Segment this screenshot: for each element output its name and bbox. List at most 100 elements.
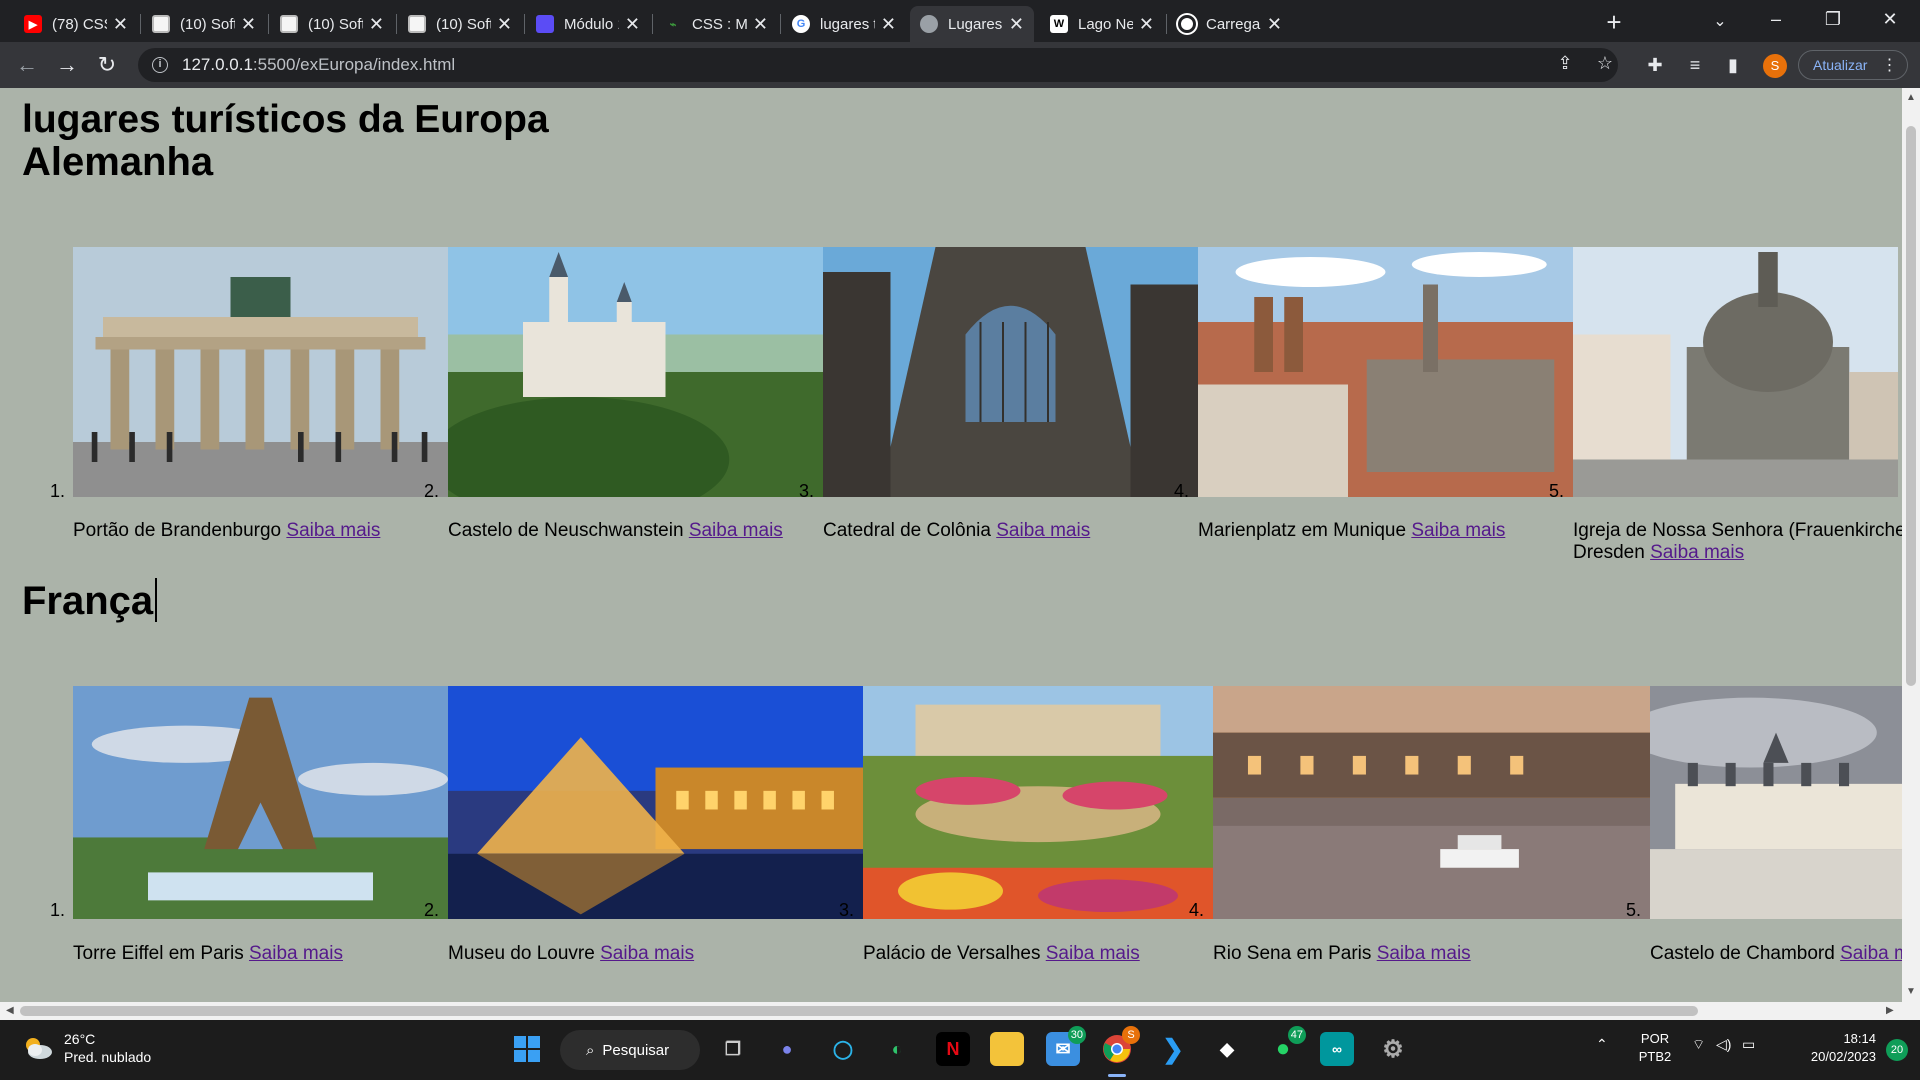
arduino-icon[interactable]: ∞	[1320, 1032, 1354, 1066]
close-tab-icon[interactable]: ✕	[1267, 14, 1282, 35]
weather-widget[interactable]: 26°C Pred. nublado	[22, 1030, 151, 1066]
notification-badge[interactable]: 20	[1886, 1039, 1908, 1061]
cortana-icon[interactable]: ◯	[826, 1032, 860, 1066]
tab-search-chevron-icon[interactable]: ⌄	[1706, 8, 1734, 36]
close-tab-icon[interactable]: ✕	[753, 14, 768, 35]
share-icon[interactable]: ⇪	[1552, 50, 1578, 76]
attraction-name: Castelo de Neuschwanstein	[448, 520, 684, 541]
eiffel-tower-photo	[73, 686, 448, 919]
close-window-button[interactable]: ✕	[1863, 0, 1917, 38]
saiba-mais-link[interactable]: Saiba mais	[689, 520, 783, 541]
saiba-mais-link[interactable]: Saiba mais	[1411, 520, 1505, 541]
chrome-profile-badge: S	[1122, 1026, 1140, 1044]
attraction-caption: Torre Eiffel em Paris Saiba mais	[73, 943, 343, 965]
bookmark-star-icon[interactable]: ☆	[1592, 50, 1618, 76]
tab-separator	[140, 14, 141, 34]
browser-tab[interactable]: (10) Softex ✕	[398, 6, 522, 42]
taskbar-search[interactable]: ⌕ Pesquisar	[560, 1030, 700, 1070]
battery-icon[interactable]: ▭	[1742, 1036, 1755, 1053]
tab-title: (78) CSS Fle	[52, 15, 107, 33]
browser-tab[interactable]: (10) Softex ✕	[270, 6, 394, 42]
saiba-mais-link[interactable]: Saiba mais	[1377, 943, 1471, 964]
attraction-caption: Castelo de Chambord Saiba mais	[1650, 943, 1902, 965]
seine-river-photo	[1213, 686, 1650, 919]
scroll-up-icon[interactable]: ▲	[1905, 92, 1917, 103]
whatsapp-icon[interactable]: ● 47	[1266, 1026, 1306, 1066]
country-name: Alemanha	[22, 140, 214, 184]
volume-icon[interactable]: ◁)	[1716, 1036, 1731, 1053]
attraction-caption: Marienplatz em Munique Saiba mais	[1198, 520, 1505, 542]
saiba-mais-link[interactable]: Saiba mais	[600, 943, 694, 964]
browser-tab[interactable]: ▶ (78) CSS Fle ✕	[14, 6, 138, 42]
back-arrow-icon[interactable]: ←	[12, 50, 42, 80]
vscode-icon[interactable]: ❯	[1156, 1032, 1190, 1066]
tray-chevron-up-icon[interactable]: ⌃	[1596, 1036, 1608, 1053]
horizontal-scrollbar[interactable]: ◀ ▶	[0, 1002, 1920, 1020]
settings-gear-icon[interactable]: ⚙	[1376, 1032, 1410, 1066]
scroll-down-icon[interactable]: ▼	[1905, 986, 1917, 997]
media-queue-icon[interactable]: ≡	[1682, 52, 1708, 78]
close-tab-icon[interactable]: ✕	[369, 14, 384, 35]
language-indicator[interactable]: POR PTB2	[1630, 1030, 1680, 1066]
browser-tab[interactable]: Glugares turi ✕	[782, 6, 906, 42]
site-info-icon[interactable]: i	[152, 57, 168, 73]
saiba-mais-link[interactable]: Saiba mais	[286, 520, 380, 541]
saiba-mais-link[interactable]: Saiba mais	[1650, 542, 1744, 563]
address-bar[interactable]: i 127.0.0.1:5500/exEuropa/index.html	[138, 48, 1618, 82]
weather-description: Pred. nublado	[64, 1049, 152, 1065]
close-tab-icon[interactable]: ✕	[497, 14, 512, 35]
horizontal-scroll-thumb[interactable]	[20, 1006, 1698, 1016]
task-view-icon[interactable]: ❐	[716, 1032, 750, 1066]
restore-button[interactable]: ❐	[1806, 0, 1860, 38]
close-tab-icon[interactable]: ✕	[241, 14, 256, 35]
close-tab-icon[interactable]: ✕	[1009, 14, 1024, 35]
saiba-mais-link[interactable]: Saiba mais	[249, 943, 343, 964]
close-tab-icon[interactable]: ✕	[881, 14, 896, 35]
update-button[interactable]: Atualizar ⋮	[1798, 50, 1908, 80]
extensions-puzzle-icon[interactable]: ✚	[1642, 52, 1668, 78]
side-panel-icon[interactable]: ▮	[1720, 52, 1746, 78]
attraction-caption: Igreja de Nossa Senhora (Frauenkirche), D…	[1573, 520, 1902, 564]
attraction-name: Portão de Brandenburgo	[73, 520, 282, 541]
windows-start-icon[interactable]	[510, 1032, 544, 1066]
browser-tab[interactable]: ⌁ CSS : Minic ✕	[654, 6, 778, 42]
saiba-mais-link[interactable]: Saiba mais	[1046, 943, 1140, 964]
attraction-name: Palácio de Versalhes	[863, 943, 1041, 964]
scroll-right-icon[interactable]: ▶	[1886, 1005, 1894, 1016]
mail-icon[interactable]: ✉ 30	[1046, 1026, 1086, 1066]
close-tab-icon[interactable]: ✕	[113, 14, 128, 35]
saiba-mais-link[interactable]: Saiba mais	[1840, 943, 1902, 964]
scroll-left-icon[interactable]: ◀	[6, 1005, 14, 1016]
forward-arrow-icon[interactable]: →	[52, 50, 82, 80]
app-cat-icon[interactable]: ◆	[1210, 1032, 1244, 1066]
browser-toolbar: ← → ↻ i 127.0.0.1:5500/exEuropa/index.ht…	[0, 42, 1920, 88]
menu-dots-icon[interactable]: ⋮	[1881, 55, 1897, 75]
minimize-button[interactable]: –	[1749, 0, 1803, 38]
module-icon	[536, 15, 554, 33]
browser-tab[interactable]: Lugares tur ✕	[910, 6, 1034, 42]
attraction-name: Torre Eiffel em Paris	[73, 943, 244, 964]
saiba-mais-link[interactable]: Saiba mais	[996, 520, 1090, 541]
browser-tab[interactable]: (10) Softex ✕	[142, 6, 266, 42]
vertical-scrollbar[interactable]: ▲ ▼	[1902, 88, 1920, 1002]
browser-tab[interactable]: W Lago Ness ✕	[1040, 6, 1164, 42]
wifi-icon[interactable]: ⌔	[1692, 1036, 1705, 1054]
chrome-icon[interactable]: S	[1100, 1026, 1140, 1066]
close-tab-icon[interactable]: ✕	[1139, 14, 1154, 35]
new-tab-button[interactable]: +	[1600, 8, 1628, 36]
browser-tab[interactable]: Módulo 1 - ✕	[526, 6, 650, 42]
edge-icon[interactable]: ◐	[880, 1032, 914, 1066]
browser-tab[interactable]: Carregar fic ✕	[1168, 6, 1292, 42]
clock[interactable]: 18:14 20/02/2023	[1776, 1030, 1876, 1066]
close-tab-icon[interactable]: ✕	[625, 14, 640, 35]
country-heading: Alemanha	[22, 140, 213, 185]
country-heading: França	[22, 578, 158, 624]
cologne-cathedral-photo	[823, 247, 1198, 497]
vertical-scroll-thumb[interactable]	[1906, 126, 1916, 686]
teams-chat-icon[interactable]: ●	[770, 1032, 804, 1066]
reload-icon[interactable]: ↻	[92, 50, 122, 80]
profile-avatar[interactable]: S	[1763, 54, 1787, 78]
netflix-icon[interactable]: N	[936, 1032, 970, 1066]
tab-title: CSS : Minic	[692, 15, 747, 33]
file-explorer-icon[interactable]	[990, 1032, 1024, 1066]
